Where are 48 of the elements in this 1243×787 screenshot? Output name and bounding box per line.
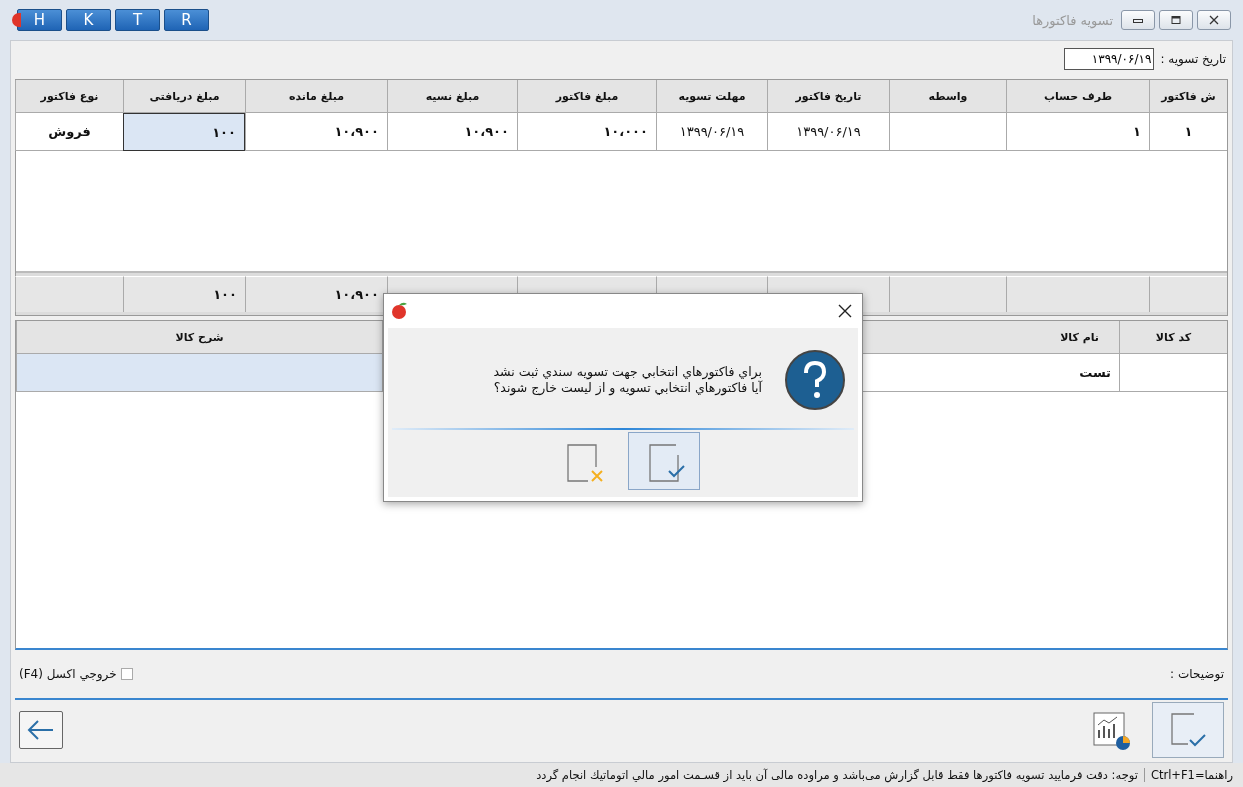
- status-message: توجه: دقت فرمایید تسویه فاکتورها فقط قابل گزارش می‌باشد و مراوده مالی آن باید از قسـمت امور مالي اتوماتيك انجام گردد: [536, 768, 1138, 782]
- total-cell: ۱۰۰: [123, 276, 245, 312]
- back-button[interactable]: [19, 711, 63, 749]
- column-header[interactable]: واسطه: [889, 80, 1006, 113]
- shortcut-hint: راهنما=Ctrl+F1: [1143, 768, 1233, 782]
- minimize-button[interactable]: [1121, 10, 1155, 30]
- table-cell: ۱۳۹۹/۰۶/۱۹: [656, 113, 767, 151]
- table-cell: ۱۰۰: [123, 113, 245, 151]
- column-header[interactable]: طرف حساب: [1006, 80, 1149, 113]
- quick-button[interactable]: H: [17, 9, 62, 31]
- checkbox[interactable]: [120, 668, 133, 680]
- dialog-message: براي فاکتورهاي انتخابي جهت تسويه سندي ثبت نشد: [493, 364, 762, 380]
- table-cell: ۱۰،۹۰۰: [387, 113, 517, 151]
- column-header[interactable]: مبلغ مانده: [245, 80, 387, 113]
- column-header[interactable]: مبلغ نسیه: [387, 80, 517, 113]
- date-label: تاریخ تسویه :: [1160, 52, 1226, 66]
- quick-button[interactable]: K: [66, 9, 111, 31]
- column-header[interactable]: نوع فاکتور: [15, 80, 123, 113]
- column-header[interactable]: مبلغ دریافتی: [123, 80, 245, 113]
- confirm-button[interactable]: [1152, 702, 1224, 758]
- close-button[interactable]: [1197, 10, 1231, 30]
- column-header[interactable]: تاریخ فاکتور: [767, 80, 889, 113]
- column-header[interactable]: شرح کالا: [16, 321, 382, 354]
- restore-icon: [1170, 15, 1182, 25]
- back-arrow-icon: [26, 719, 56, 741]
- chart-icon: [1091, 710, 1131, 750]
- question-icon: [784, 349, 846, 411]
- quick-button[interactable]: T: [115, 9, 160, 31]
- close-icon: [1207, 15, 1221, 25]
- date-field[interactable]: ۱۳۹۹/۰۶/۱۹: [1064, 48, 1155, 70]
- total-cell: ۱۰،۹۰۰: [245, 276, 387, 312]
- table-cell: ۱۰،۰۰۰: [517, 113, 656, 151]
- column-header[interactable]: ش فاکتور: [1149, 80, 1227, 113]
- restore-button[interactable]: [1159, 10, 1193, 30]
- confirm-icon: [1170, 712, 1206, 748]
- table-cell: ۱۳۹۹/۰۶/۱۹: [767, 113, 889, 151]
- notes-label: توضیحات :: [1170, 667, 1224, 681]
- column-header[interactable]: مبلغ فاکتور: [517, 80, 656, 113]
- checkbox-label: خروجي اکسل (F4): [19, 667, 117, 681]
- table-cell: ۱: [1149, 113, 1227, 151]
- quick-button[interactable]: R: [164, 9, 209, 31]
- table-cell: ۱: [1006, 113, 1149, 151]
- column-header[interactable]: مهلت تسویه: [656, 80, 767, 113]
- table-cell: فروش: [15, 113, 123, 151]
- column-header[interactable]: کد کالا: [1119, 321, 1227, 354]
- ok-button[interactable]: [628, 432, 700, 490]
- close-icon: [838, 304, 852, 318]
- window-title: تسویه فاکتورها: [1032, 12, 1113, 28]
